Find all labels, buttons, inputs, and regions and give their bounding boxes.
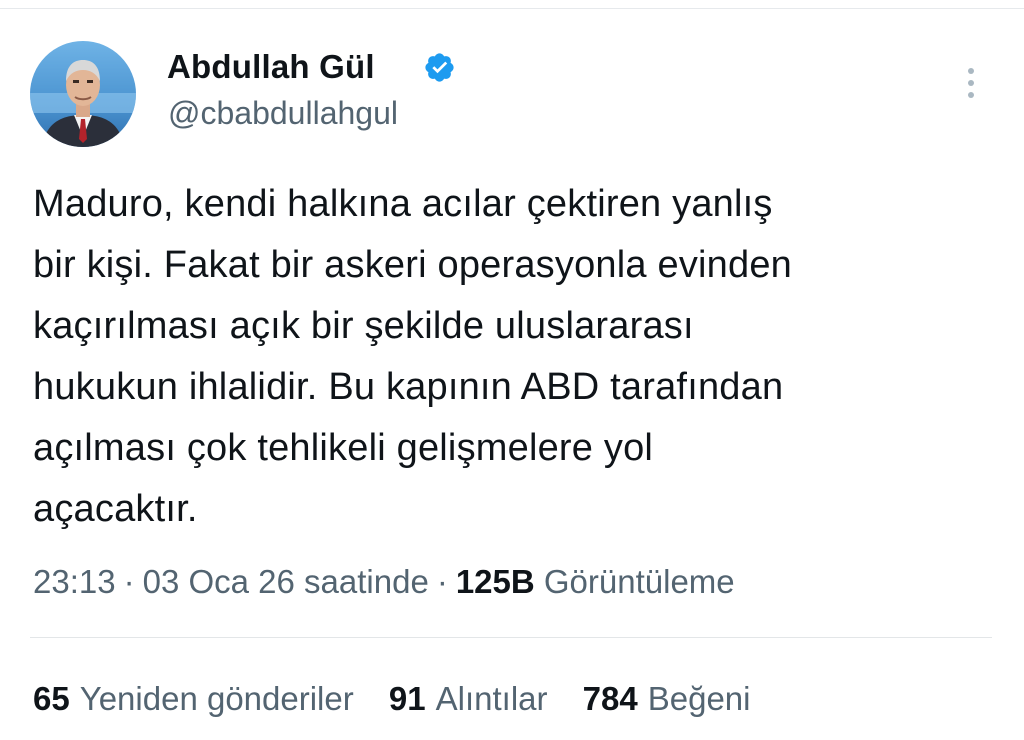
avatar[interactable] [30, 41, 136, 147]
quotes-count: 91 [388, 680, 426, 717]
retweets-count: 65 [33, 680, 70, 717]
tweet-time[interactable]: 23:13 [33, 563, 116, 600]
retweets-stat[interactable]: 65 Yeniden gönderiler [33, 680, 354, 717]
tweet-text-line: bir kişi. Fakat bir askeri operasyonla e… [33, 244, 792, 286]
tweet-text-line: kaçırılması açık bir şekilde uluslararas… [33, 305, 694, 347]
quotes-label: Alıntılar [435, 680, 548, 717]
likes-count: 784 [582, 680, 638, 717]
tweet-text-line: hukukun ihlalidir. Bu kapının ABD tarafı… [33, 366, 784, 408]
more-dot [968, 80, 974, 86]
tweet-text-line: Maduro, kendi halkına acılar çektiren ya… [33, 183, 773, 225]
tweet: Abdullah Gül @cbabdullahgul Maduro, kend… [0, 0, 1024, 740]
likes-stat[interactable]: 784 Beğeni [583, 680, 751, 717]
engagement-stats: 65 Yeniden gönderiler 91 Alıntılar 784 Beğe… [33, 680, 777, 718]
more-options-icon[interactable] [956, 62, 986, 104]
tweet-text: Maduro, kendi halkına acılar çektiren ya… [33, 174, 1008, 540]
more-dot [968, 92, 974, 98]
quotes-stat[interactable]: 91 Alıntılar [389, 680, 548, 717]
more-dot [968, 68, 974, 74]
verified-badge-icon [425, 53, 454, 82]
likes-label: Beğeni [647, 680, 751, 717]
retweets-label: Yeniden gönderiler [79, 680, 354, 717]
tweet-text-line: açacaktır. [33, 488, 198, 530]
meta-separator: · [123, 563, 135, 600]
views-label: Görüntüleme [543, 563, 735, 600]
stats-divider [30, 637, 992, 638]
tweet-meta: 23:13 · 03 Oca 26 saatinde · 125B Görüntülem… [33, 563, 735, 601]
author-name[interactable]: Abdullah Gül [167, 48, 375, 86]
tweet-date[interactable]: 03 Oca 26 saatinde [143, 563, 429, 600]
author-handle[interactable]: @cbabdullahgul [168, 95, 398, 132]
tweet-text-line: açılması çok tehlikeli gelişmelere yol [33, 427, 654, 469]
meta-separator: · [436, 563, 448, 600]
views-count: 125B [455, 563, 535, 600]
